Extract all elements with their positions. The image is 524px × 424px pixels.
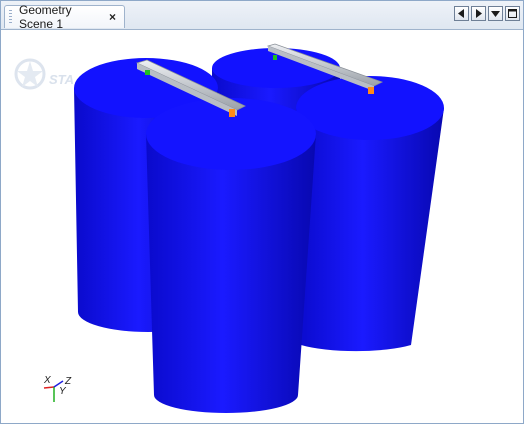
tab-close-icon[interactable]: ×: [109, 10, 116, 24]
geometry-scene: X Y Z: [43, 43, 444, 413]
tab-bar: Geometry Scene 1 ×: [1, 1, 523, 31]
cylinder-front-left[interactable]: [146, 98, 316, 413]
tab-grip-icon: [9, 10, 12, 24]
axis-triad: X Y Z: [43, 375, 72, 402]
triad-z-label: Z: [64, 376, 72, 387]
maximize-button[interactable]: [505, 6, 520, 21]
cylinder-front-right[interactable]: [296, 76, 444, 352]
scroll-left-button[interactable]: [454, 6, 469, 21]
scroll-right-button[interactable]: [471, 6, 486, 21]
triangle-down-icon: [491, 11, 500, 17]
tab-label: Geometry Scene 1: [19, 3, 72, 31]
3d-viewport[interactable]: STA X Y Z: [1, 30, 523, 423]
tab-controls: [454, 6, 520, 21]
scene-window: Geometry Scene 1 × STA X Y Z: [0, 0, 524, 424]
tab-list-button[interactable]: [488, 6, 503, 21]
triad-x-label: X: [43, 375, 51, 386]
tab-geometry-scene-1[interactable]: Geometry Scene 1 ×: [4, 3, 125, 31]
triangle-right-icon: [476, 9, 482, 18]
maximize-icon: [508, 9, 517, 18]
triangle-left-icon: [458, 9, 464, 18]
triad-y-label: Y: [59, 386, 67, 397]
